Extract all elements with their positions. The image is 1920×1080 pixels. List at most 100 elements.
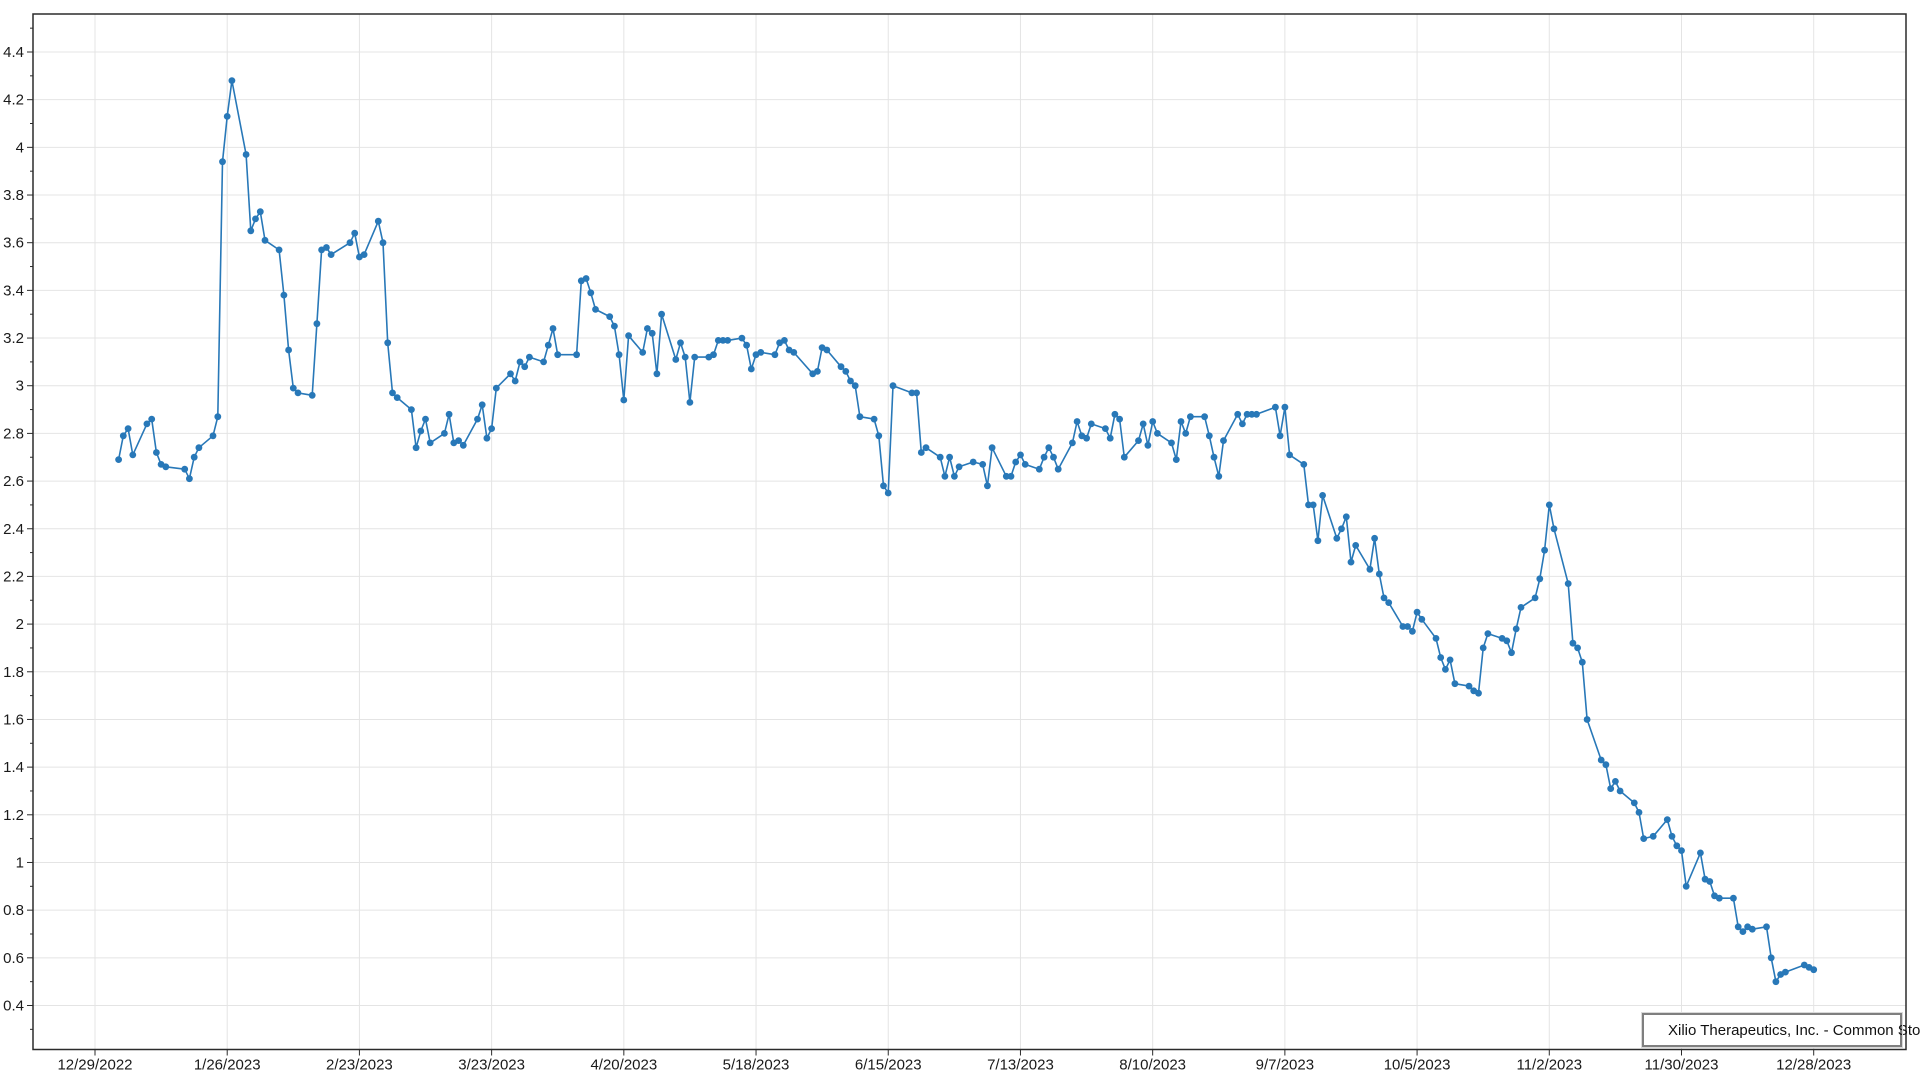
data-point-marker xyxy=(129,452,136,459)
y-tick-label: 4.4 xyxy=(3,44,24,61)
data-point-marker xyxy=(1603,761,1610,768)
data-point-marker xyxy=(1315,537,1322,544)
data-point-marker xyxy=(1300,461,1307,468)
data-point-marker xyxy=(724,337,731,344)
data-point-marker xyxy=(153,449,160,456)
data-point-marker xyxy=(276,247,283,254)
data-point-marker xyxy=(1083,435,1090,442)
data-point-marker xyxy=(989,444,996,451)
data-point-marker xyxy=(790,349,797,356)
data-point-marker xyxy=(247,227,254,234)
data-point-marker xyxy=(1433,635,1440,642)
data-point-marker xyxy=(1041,454,1048,461)
x-tick-label: 11/30/2023 xyxy=(1645,1057,1719,1074)
data-point-marker xyxy=(1678,847,1685,854)
data-point-marker xyxy=(677,339,684,346)
y-tick-label: 1.2 xyxy=(3,807,24,824)
data-point-marker xyxy=(229,77,236,84)
data-point-marker xyxy=(550,325,557,332)
y-tick-label: 2.2 xyxy=(3,568,24,585)
data-point-marker xyxy=(1333,535,1340,542)
data-point-marker xyxy=(1045,444,1052,451)
data-point-marker xyxy=(1211,454,1218,461)
data-point-marker xyxy=(1282,404,1289,411)
data-point-marker xyxy=(446,411,453,418)
data-point-marker xyxy=(1541,547,1548,554)
data-point-marker xyxy=(252,216,259,223)
data-point-marker xyxy=(380,239,387,246)
data-point-marker xyxy=(120,432,127,439)
data-point-marker xyxy=(1697,850,1704,857)
data-point-marker xyxy=(1546,502,1553,509)
data-point-marker xyxy=(1145,442,1152,449)
data-point-marker xyxy=(281,292,288,299)
y-tick-label: 4.2 xyxy=(3,92,24,109)
data-point-marker xyxy=(1055,466,1062,473)
data-point-marker xyxy=(1442,666,1449,673)
data-point-marker xyxy=(1508,649,1515,656)
data-point-marker xyxy=(951,473,958,480)
data-point-marker xyxy=(739,335,746,342)
legend-box: Xilio Therapeutics, Inc. - Common Stock xyxy=(1642,1013,1902,1047)
data-point-marker xyxy=(191,454,198,461)
x-tick-label: 5/18/2023 xyxy=(723,1057,790,1074)
data-point-marker xyxy=(1178,418,1185,425)
data-point-marker xyxy=(625,332,632,339)
x-tick-label: 2/23/2023 xyxy=(326,1057,393,1074)
data-point-marker xyxy=(687,399,694,406)
y-tick-label: 1.6 xyxy=(3,711,24,728)
data-point-marker xyxy=(1640,835,1647,842)
data-point-marker xyxy=(1716,895,1723,902)
data-point-marker xyxy=(1352,542,1359,549)
y-tick-label: 4 xyxy=(16,139,24,156)
data-point-marker xyxy=(441,430,448,437)
data-point-marker xyxy=(956,463,963,470)
data-point-marker xyxy=(1201,413,1208,420)
data-point-marker xyxy=(1579,659,1586,666)
x-tick-label: 12/28/2023 xyxy=(1776,1057,1851,1074)
x-tick-label: 10/5/2023 xyxy=(1384,1057,1451,1074)
data-point-marker xyxy=(1480,645,1487,652)
data-point-marker xyxy=(1154,430,1161,437)
data-point-marker xyxy=(1565,580,1572,587)
data-point-marker xyxy=(1173,456,1180,463)
y-tick-label: 1 xyxy=(16,854,24,871)
data-point-marker xyxy=(880,482,887,489)
data-point-marker xyxy=(328,251,335,258)
data-point-marker xyxy=(162,463,169,470)
data-point-marker xyxy=(1385,599,1392,606)
y-tick-label: 1.4 xyxy=(3,759,24,776)
data-point-marker xyxy=(545,342,552,349)
chart-window: 0.40.60.811.21.41.61.822.22.42.62.833.23… xyxy=(0,0,1920,1080)
data-point-marker xyxy=(115,456,122,463)
data-point-marker xyxy=(1631,800,1638,807)
data-point-marker xyxy=(1475,690,1482,697)
x-tick-label: 12/29/2022 xyxy=(57,1057,132,1074)
data-point-marker xyxy=(417,428,424,435)
data-point-marker xyxy=(144,421,151,428)
data-point-marker xyxy=(1012,459,1019,466)
data-point-marker xyxy=(946,454,953,461)
data-point-marker xyxy=(1371,535,1378,542)
data-point-marker xyxy=(1182,430,1189,437)
data-point-marker xyxy=(384,339,391,346)
data-point-marker xyxy=(257,208,264,215)
data-point-marker xyxy=(1730,895,1737,902)
data-point-marker xyxy=(890,382,897,389)
data-point-marker xyxy=(474,416,481,423)
data-point-marker xyxy=(351,230,358,237)
plot-canvas: 0.40.60.811.21.41.61.822.22.42.62.833.23… xyxy=(0,0,1920,1080)
data-point-marker xyxy=(196,444,203,451)
data-point-marker xyxy=(1810,966,1817,973)
data-point-marker xyxy=(710,351,717,358)
data-point-marker xyxy=(1768,954,1775,961)
data-point-marker xyxy=(1404,623,1411,630)
plot-border xyxy=(33,14,1906,1050)
data-point-marker xyxy=(1409,628,1416,635)
data-point-marker xyxy=(1485,630,1492,637)
data-point-marker xyxy=(309,392,316,399)
data-point-marker xyxy=(408,406,415,413)
y-tick-label: 3.6 xyxy=(3,235,24,252)
data-point-marker xyxy=(493,385,500,392)
data-point-marker xyxy=(1584,716,1591,723)
